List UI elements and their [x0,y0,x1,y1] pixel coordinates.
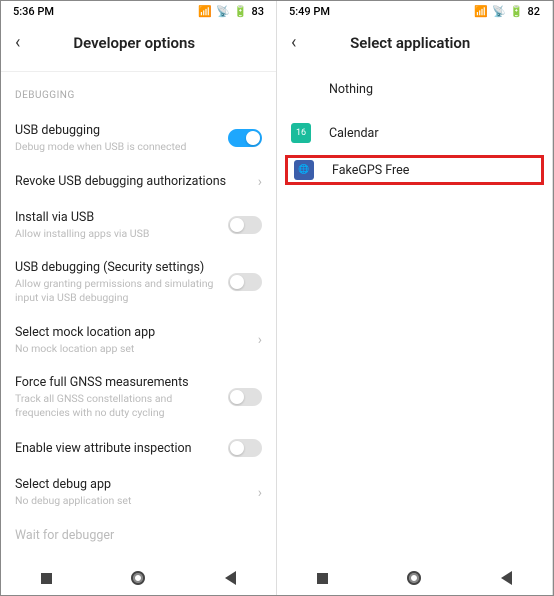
app-list-item[interactable]: 🌐 FakeGPS Free [285,155,544,185]
header: ‹ Developer options [1,22,276,67]
screen-select-application: 5:49 PM 📶 📡 🔋 82 ‹ Select application No… [277,1,553,595]
setting-row[interactable]: Revoke USB debugging authorizations › [15,164,262,200]
section-label: DEBUGGING [15,90,262,101]
row-title: Install via USB [15,210,228,225]
screen-developer-options: 5:36 PM 📶 📡 🔋 83 ‹ Developer options DEB… [1,1,277,595]
row-title: USB debugging (Security settings) [15,260,228,275]
nav-bar [1,559,276,595]
status-icons: 📶 📡 🔋 83 [198,5,264,18]
toggle[interactable] [228,439,262,457]
row-title: Wait for debugger [15,528,262,543]
row-title: Revoke USB debugging authorizations [15,174,250,189]
nav-home-icon[interactable] [407,571,421,585]
setting-row[interactable]: Select mock location app No mock location… [15,315,262,366]
app-name: FakeGPS Free [332,163,409,178]
status-bar: 5:36 PM 📶 📡 🔋 83 [1,1,276,22]
setting-row[interactable]: Install via USB Allow installing apps via… [15,200,262,251]
wifi-icon: 📡 [492,5,506,18]
header: ‹ Select application [277,22,552,67]
setting-row[interactable]: Select debug app No debug application set… [15,467,262,518]
page-title: Developer options [28,34,240,52]
signal-icon: 📶 [198,5,212,18]
chevron-right-icon: › [258,485,262,501]
content: DEBUGGING USB debugging Debug mode when U… [1,71,276,559]
chevron-right-icon: › [258,332,262,348]
back-icon[interactable]: ‹ [15,32,20,53]
row-subtitle: Track all GNSS constellations and freque… [15,392,228,419]
toggle[interactable] [228,388,262,406]
back-icon[interactable]: ‹ [291,32,296,53]
setting-row[interactable]: USB debugging (Security settings) Allow g… [15,250,262,314]
status-time: 5:36 PM [13,5,54,18]
battery-icon: 🔋 [234,5,248,18]
status-time: 5:49 PM [289,5,330,18]
toggle[interactable] [228,216,262,234]
nav-home-icon[interactable] [131,571,145,585]
nav-back-icon[interactable] [501,571,512,585]
row-subtitle: Allow granting permissions and simulatin… [15,277,228,304]
chevron-right-icon: › [258,174,262,190]
app-list-item[interactable]: Nothing [291,67,538,111]
row-title: USB debugging [15,123,228,138]
row-subtitle: No mock location app set [15,342,250,356]
row-subtitle: Debug mode when USB is connected [15,140,228,154]
status-icons: 📶 📡 🔋 82 [474,5,540,18]
toggle[interactable] [228,273,262,291]
content: Nothing 16 Calendar 🌐 FakeGPS Free [277,67,552,559]
setting-row[interactable]: USB debugging Debug mode when USB is conn… [15,113,262,164]
fakegps-icon: 🌐 [294,160,314,180]
signal-icon: 📶 [474,5,488,18]
page-title: Select application [304,34,516,52]
app-name: Nothing [329,82,373,97]
row-title: Force full GNSS measurements [15,375,228,390]
nav-recent-icon[interactable] [317,573,328,584]
setting-row[interactable]: Force full GNSS measurements Track all GN… [15,365,262,429]
nav-recent-icon[interactable] [41,573,52,584]
app-name: Calendar [329,126,379,141]
setting-row[interactable]: Wait for debugger [15,518,262,553]
nav-back-icon[interactable] [225,571,236,585]
wifi-icon: 📡 [216,5,230,18]
row-title: Enable view attribute inspection [15,441,228,456]
row-title: Select debug app [15,477,250,492]
app-list-item[interactable]: 16 Calendar [291,111,538,155]
row-subtitle: No debug application set [15,494,250,508]
calendar-icon: 16 [291,123,311,143]
setting-row[interactable]: Enable view attribute inspection [15,429,262,467]
row-title: Select mock location app [15,325,250,340]
battery-icon: 🔋 [510,5,524,18]
nav-bar [277,559,552,595]
status-bar: 5:49 PM 📶 📡 🔋 82 [277,1,552,22]
toggle[interactable] [228,129,262,147]
row-subtitle: Allow installing apps via USB [15,227,228,241]
